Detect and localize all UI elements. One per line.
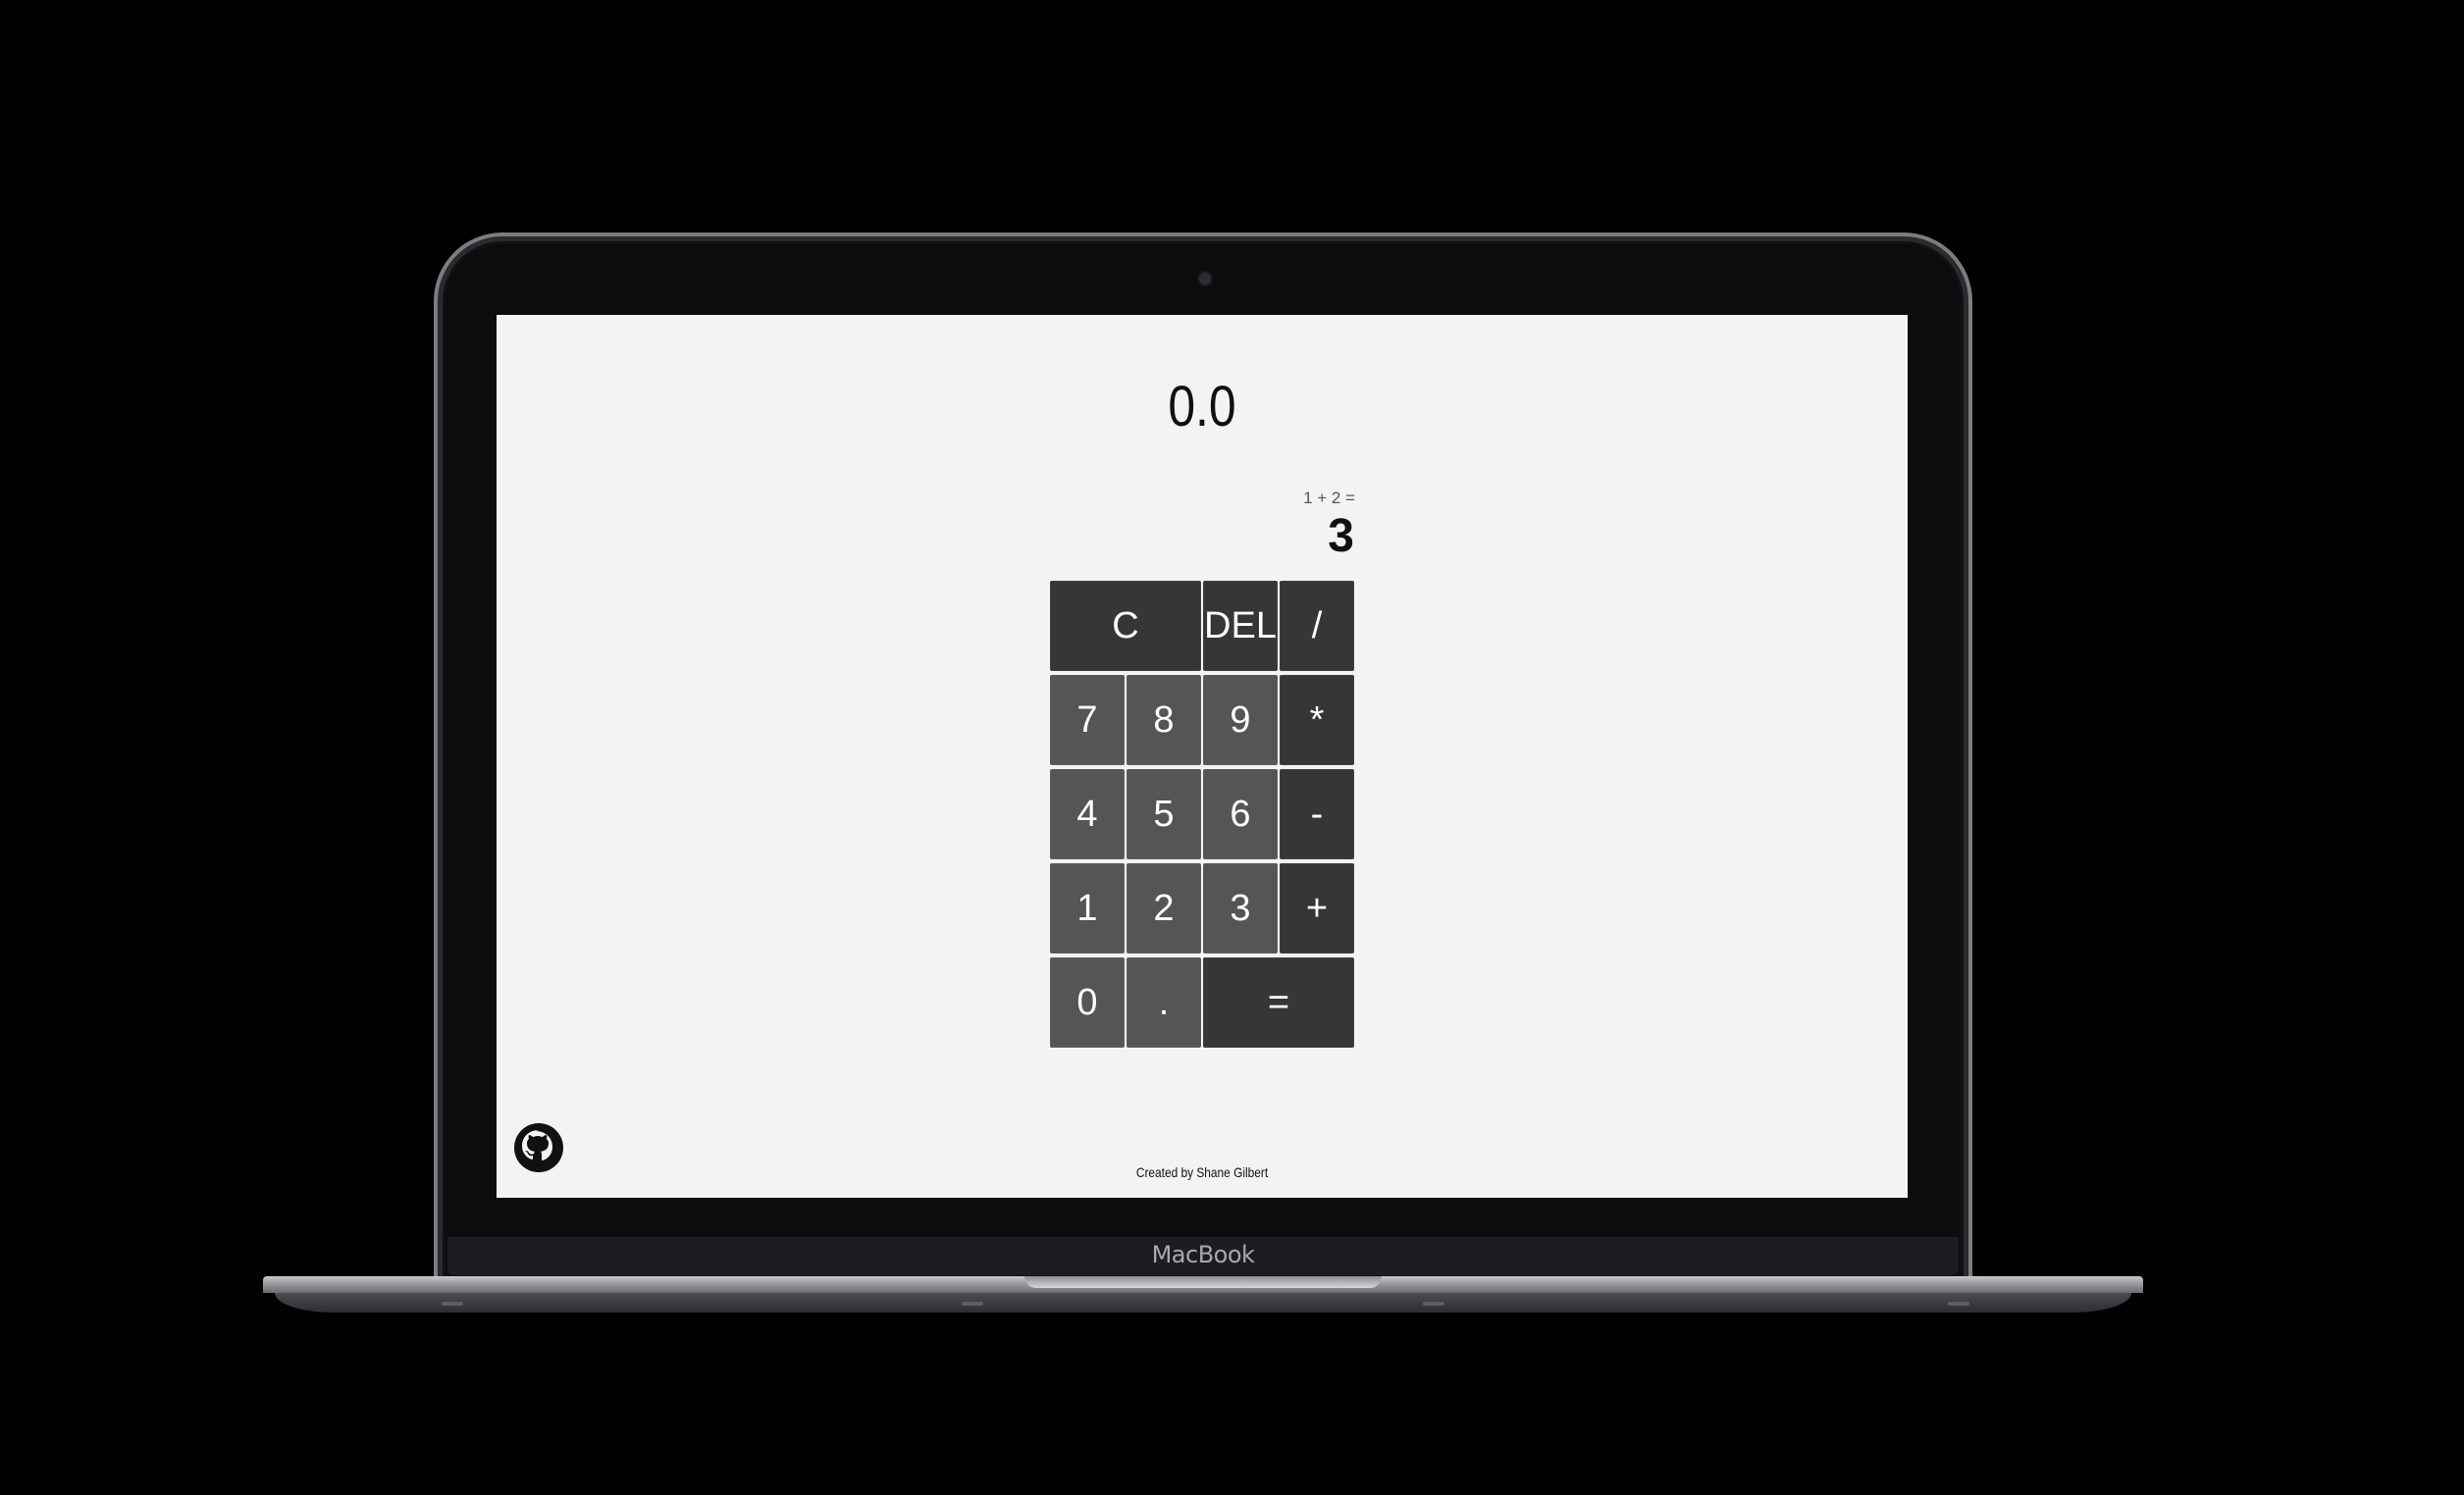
digit-6-button[interactable]: 6 [1203, 769, 1278, 859]
laptop-foot [442, 1302, 463, 1306]
brand-label: MacBook [1151, 1241, 1255, 1268]
decimal-button[interactable]: . [1127, 957, 1201, 1048]
laptop-foot [1423, 1302, 1444, 1306]
result-display: 3 [1328, 510, 1354, 562]
digit-4-button[interactable]: 4 [1050, 769, 1125, 859]
digit-3-button[interactable]: 3 [1203, 863, 1278, 954]
digit-9-button[interactable]: 9 [1203, 675, 1278, 765]
delete-button[interactable]: DEL [1203, 581, 1278, 671]
laptop-mockup: 0.0 1 + 2 = 3 C DEL / 7 8 9 * 4 5 6 - 1 … [0, 0, 2464, 1495]
github-logo-svg [514, 1123, 563, 1172]
add-button[interactable]: + [1280, 863, 1354, 954]
digit-5-button[interactable]: 5 [1127, 769, 1201, 859]
laptop-foot [962, 1302, 983, 1306]
app-title: 0.0 [1168, 375, 1236, 438]
multiply-button[interactable]: * [1280, 675, 1354, 765]
footer-credit: Created by Shane Gilbert [1135, 1164, 1269, 1180]
clear-button[interactable]: C [1050, 581, 1201, 671]
github-icon[interactable] [513, 1118, 564, 1177]
divide-button[interactable]: / [1280, 581, 1354, 671]
laptop-base-bottom [275, 1293, 2131, 1313]
digit-7-button[interactable]: 7 [1050, 675, 1125, 765]
subtract-button[interactable]: - [1280, 769, 1354, 859]
digit-0-button[interactable]: 0 [1050, 957, 1125, 1048]
webcam-icon [1197, 271, 1213, 286]
equals-button[interactable]: = [1203, 957, 1354, 1048]
keypad: C DEL / 7 8 9 * 4 5 6 - 1 2 3 + 0 . = [1050, 581, 1354, 1050]
expression-history: 1 + 2 = [1303, 489, 1355, 507]
laptop-foot [1948, 1302, 1969, 1306]
digit-1-button[interactable]: 1 [1050, 863, 1125, 954]
laptop-chin: MacBook [447, 1237, 1959, 1275]
digit-2-button[interactable]: 2 [1127, 863, 1201, 954]
digit-8-button[interactable]: 8 [1127, 675, 1201, 765]
opening-notch [1024, 1276, 1382, 1288]
calculator-screen: 0.0 1 + 2 = 3 C DEL / 7 8 9 * 4 5 6 - 1 … [497, 315, 1908, 1198]
